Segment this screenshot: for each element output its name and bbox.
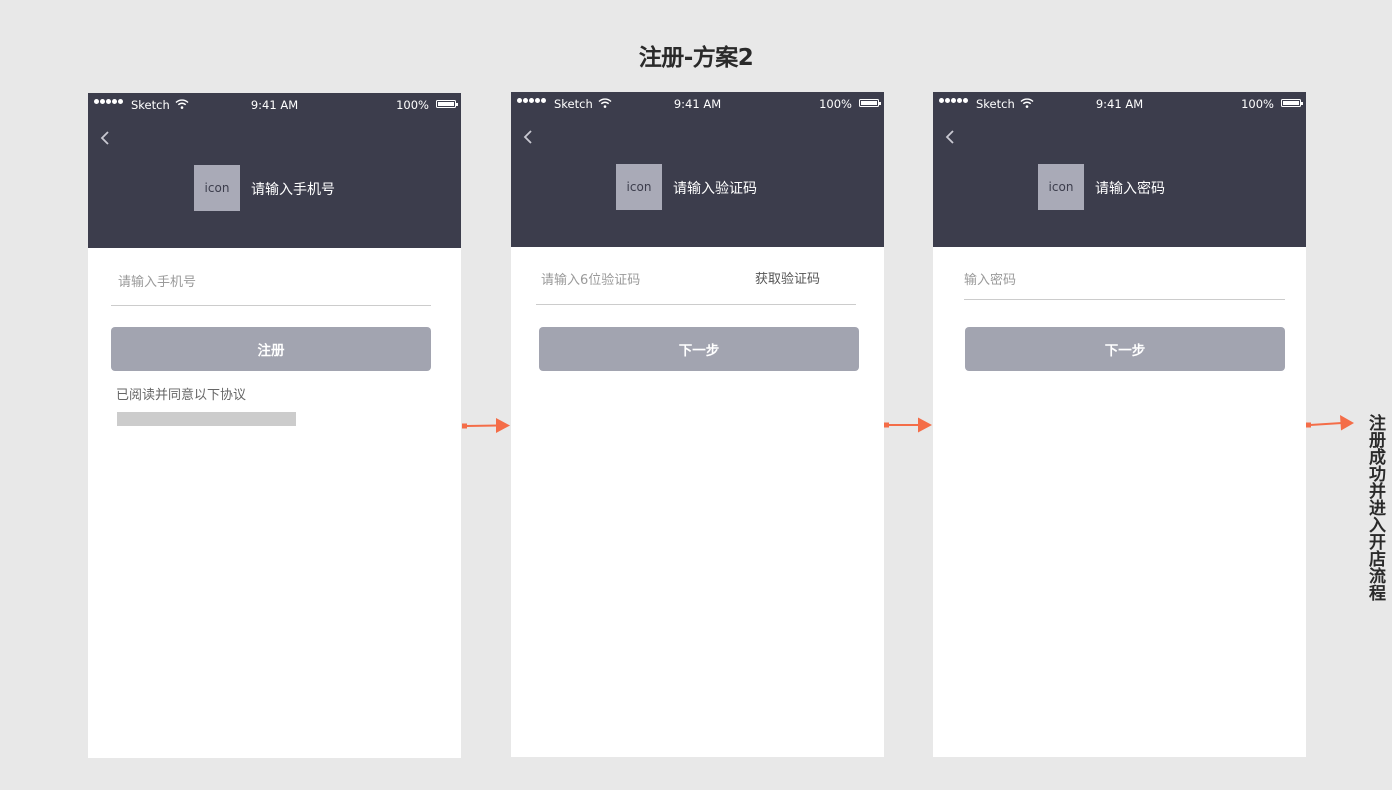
- input-underline: [536, 304, 856, 305]
- battery-icon: [1281, 99, 1303, 107]
- battery-icon: [859, 99, 881, 107]
- agreement-text: 已阅读并同意以下协议: [116, 388, 247, 403]
- phone-input[interactable]: 请输入手机号: [118, 271, 196, 290]
- agreement-link-placeholder[interactable]: [117, 412, 296, 426]
- next-step-button[interactable]: 下一步: [539, 327, 859, 371]
- icon-placeholder: icon: [616, 164, 662, 210]
- page-title: 注册-方案2: [638, 45, 754, 71]
- header-title: 请输入手机号: [251, 182, 335, 198]
- input-underline: [111, 305, 431, 306]
- screen-header: Sketch 9:41 AM 100% icon 请输入密码: [933, 92, 1306, 247]
- verification-code-input[interactable]: 请输入6位验证码: [541, 269, 640, 288]
- header-title: 请输入密码: [1095, 181, 1165, 197]
- battery-percent: 100%: [819, 97, 852, 111]
- header-title: 请输入验证码: [673, 181, 757, 197]
- battery-percent: 100%: [396, 98, 429, 112]
- arrow-right-icon: [462, 418, 510, 433]
- input-underline: [964, 299, 1285, 300]
- arrow-right-icon: [1306, 415, 1354, 431]
- final-step-note: 注册成功并进入开店流程: [1365, 414, 1385, 601]
- icon-placeholder: icon: [194, 165, 240, 211]
- next-step-button[interactable]: 下一步: [965, 327, 1285, 371]
- chevron-left-icon[interactable]: [943, 128, 957, 146]
- status-bar: Sketch 9:41 AM 100%: [933, 92, 1306, 116]
- password-input[interactable]: 输入密码: [964, 269, 1016, 288]
- status-bar: Sketch 9:41 AM 100%: [511, 92, 884, 116]
- phone-screen-verification: Sketch 9:41 AM 100% icon 请输入验证码 请输入6位验证码…: [511, 92, 884, 757]
- screen-header: Sketch 9:41 AM 100% icon 请输入手机号: [88, 93, 461, 248]
- battery-icon: [436, 100, 458, 108]
- phone-screen-password: Sketch 9:41 AM 100% icon 请输入密码 输入密码 下一步: [933, 92, 1306, 757]
- chevron-left-icon[interactable]: [98, 129, 112, 147]
- icon-placeholder: icon: [1038, 164, 1084, 210]
- arrow-right-icon: [884, 417, 932, 433]
- battery-percent: 100%: [1241, 97, 1274, 111]
- screen-header: Sketch 9:41 AM 100% icon 请输入验证码: [511, 92, 884, 247]
- phone-screen-phone-number: Sketch 9:41 AM 100% icon 请输入手机号 请输入手机号 注…: [88, 93, 461, 758]
- chevron-left-icon[interactable]: [521, 128, 535, 146]
- register-button[interactable]: 注册: [111, 327, 431, 371]
- status-bar: Sketch 9:41 AM 100%: [88, 93, 461, 117]
- get-code-button[interactable]: 获取验证码: [755, 268, 820, 287]
